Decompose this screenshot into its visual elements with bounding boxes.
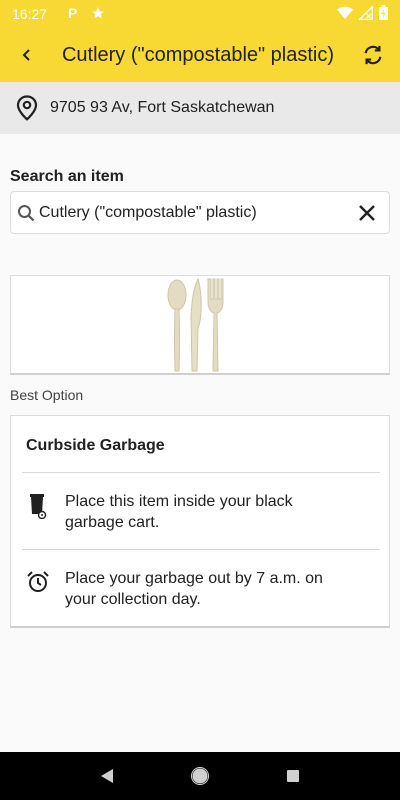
square-recents-icon [287,770,300,782]
triangle-back-icon [100,769,113,783]
star-icon [91,6,105,23]
option-row-text: Place this item inside your black garbag… [65,493,293,531]
status-bar: 16:27 P [0,0,400,28]
option-row-text: Place your garbage out by 7 a.m. on your… [65,570,323,608]
system-nav-bar [0,752,400,800]
disposal-option-card: Curbside Garbage Place this item inside … [10,415,390,628]
option-row: Place this item inside your black garbag… [11,491,389,533]
nav-recents-button[interactable] [273,756,313,796]
search-box [10,191,390,234]
divider [22,549,380,550]
clear-search-button[interactable] [345,191,389,234]
search-label: Search an item [10,168,124,185]
refresh-icon [364,45,382,65]
app-bar: Cutlery ("compostable" plastic) [0,28,400,82]
parking-app-icon: P [67,5,81,23]
signal-icon [358,4,373,23]
item-image-card [10,275,390,375]
chevron-left-icon [22,49,30,61]
back-button[interactable] [0,28,54,82]
option-title: Curbside Garbage [26,437,165,454]
option-row: Place your garbage out by 7 a.m. on your… [11,568,389,610]
location-pin-icon [16,95,38,121]
search-input[interactable] [39,192,345,233]
best-option-label: Best Option [10,387,84,403]
garbage-cart-icon [11,491,65,519]
battery-icon [379,5,388,23]
status-time: 16:27 [12,6,48,22]
nav-home-button[interactable] [180,756,220,796]
close-icon [359,204,375,221]
refresh-button[interactable] [346,28,400,82]
address-bar[interactable]: 9705 93 Av, Fort Saskatchewan [0,82,400,134]
svg-text:P: P [68,6,77,20]
alarm-clock-icon [11,568,65,594]
search-icon [13,204,39,222]
page-title: Cutlery ("compostable" plastic) [61,43,335,66]
address-text: 9705 93 Av, Fort Saskatchewan [50,99,275,116]
nav-back-button[interactable] [87,756,127,796]
divider [22,472,380,473]
circle-home-icon [190,767,209,785]
wifi-icon [337,6,353,23]
cutlery-image [167,277,224,371]
